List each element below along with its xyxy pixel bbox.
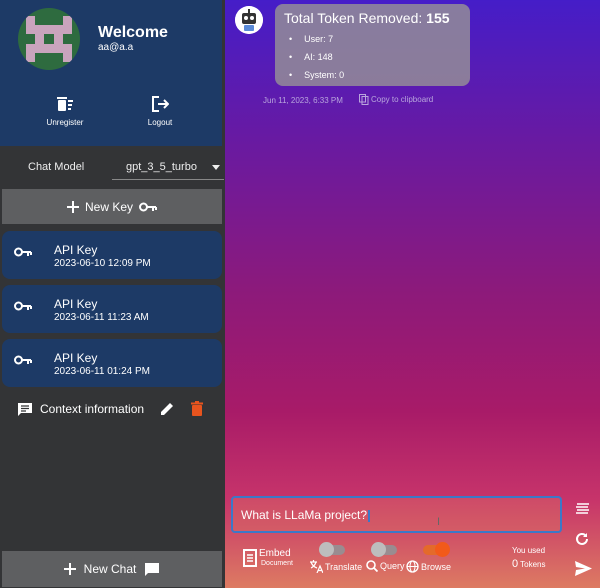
new-key-button[interactable]: New Key	[2, 189, 222, 224]
refresh-icon[interactable]	[575, 532, 589, 546]
embed-sublabel: Document	[261, 560, 293, 567]
welcome-title: Welcome	[98, 24, 168, 41]
chat-model-select[interactable]: gpt_3_5_turbo	[112, 156, 224, 180]
usage-token-count: 0	[512, 558, 519, 570]
context-information-label: Context information	[40, 402, 145, 416]
api-key-title: API Key	[54, 297, 98, 311]
translate-toggle[interactable]	[319, 542, 345, 557]
query-label: Query	[380, 561, 405, 571]
caret-down-icon	[212, 165, 220, 170]
api-key-date: 2023-06-10 12:09 PM	[54, 258, 151, 269]
chat-input[interactable]: What is LLaMa project?	[231, 496, 562, 533]
api-key-title: API Key	[54, 243, 98, 257]
chat-icon	[145, 562, 160, 576]
api-key-date: 2023-06-11 11:23 AM	[54, 312, 149, 323]
usage-label: You used	[512, 546, 546, 555]
user-email: aa@a.a	[98, 42, 134, 53]
api-key-item[interactable]: API Key 2023-06-10 12:09 PM	[2, 231, 222, 279]
message-title: Total Token Removed: 155	[284, 10, 450, 26]
query-option[interactable]: Query	[366, 560, 405, 572]
api-key-date: 2023-06-11 01:24 PM	[54, 366, 150, 377]
toggle-knob	[371, 542, 386, 557]
message-title-prefix: Total Token Removed:	[284, 10, 423, 26]
new-key-label: New Key	[84, 199, 134, 214]
copy-label: Copy to clipboard	[371, 95, 434, 104]
chat-area: Total Token Removed: 155 User: 7 AI: 148…	[225, 0, 600, 588]
edit-icon[interactable]	[160, 401, 175, 416]
copy-to-clipboard-button[interactable]: Copy to clipboard	[359, 94, 433, 105]
unregister-button[interactable]: Unregister	[35, 96, 95, 127]
toggle-knob	[435, 542, 450, 557]
key-icon	[14, 355, 32, 365]
context-information-item[interactable]: Context information	[0, 398, 222, 420]
list-item: AI: 148	[289, 52, 344, 70]
text-cursor	[368, 509, 371, 522]
menu-lines-icon[interactable]	[575, 503, 589, 515]
avatar	[18, 8, 80, 70]
profile-panel: Welcome aa@a.a Unregister Logout	[0, 0, 222, 146]
new-chat-button[interactable]: New Chat	[2, 551, 222, 587]
message-list: User: 7 AI: 148 System: 0	[289, 34, 344, 88]
key-icon	[14, 247, 32, 257]
logout-button[interactable]: Logout	[130, 96, 190, 127]
usage-unit: Tokens	[520, 560, 546, 569]
delete-sweep-icon	[57, 97, 73, 111]
robot-icon	[235, 6, 263, 34]
logout-label: Logout	[147, 118, 173, 127]
toggle-knob	[319, 542, 334, 557]
api-key-title: API Key	[54, 351, 98, 365]
key-icon	[139, 202, 158, 211]
message-bubble: Total Token Removed: 155 User: 7 AI: 148…	[275, 4, 470, 86]
plus-icon	[66, 200, 79, 213]
api-key-item[interactable]: API Key 2023-06-11 01:24 PM	[2, 339, 222, 387]
mouse-ibeam-cursor: I	[437, 516, 441, 528]
usage-count: 0 Tokens	[512, 558, 545, 570]
api-key-item[interactable]: API Key 2023-06-11 11:23 AM	[2, 285, 222, 333]
chat-model-label: Chat Model	[28, 161, 85, 173]
identicon	[26, 16, 72, 62]
message-timestamp: Jun 11, 2023, 6:33 PM	[263, 96, 343, 105]
translate-label: Translate	[325, 561, 363, 572]
delete-icon[interactable]	[191, 401, 203, 416]
unregister-label: Unregister	[46, 118, 84, 127]
browse-toggle[interactable]	[423, 542, 450, 557]
chat-input-value: What is LLaMa project?	[241, 508, 368, 522]
document-icon	[243, 549, 257, 567]
new-chat-label: New Chat	[83, 562, 137, 576]
globe-icon	[406, 560, 419, 573]
key-icon	[14, 301, 32, 311]
browse-label: Browse	[421, 561, 452, 572]
comment-icon	[18, 403, 32, 416]
search-icon	[366, 560, 378, 572]
translate-icon	[310, 560, 323, 573]
message-title-value: 155	[426, 10, 450, 26]
send-icon[interactable]	[575, 561, 592, 576]
plus-icon	[63, 563, 76, 575]
logout-icon	[152, 96, 169, 112]
chat-model-value: gpt_3_5_turbo	[126, 161, 197, 173]
copy-icon	[359, 94, 369, 105]
list-item: User: 7	[289, 34, 344, 52]
query-toggle[interactable]	[371, 542, 397, 557]
list-item: System: 0	[289, 70, 344, 88]
sidebar: Welcome aa@a.a Unregister Logout Chat Mo…	[0, 0, 225, 588]
translate-option[interactable]: Translate	[309, 560, 362, 573]
browse-option[interactable]: Browse	[406, 560, 451, 573]
embed-label: Embed	[259, 548, 291, 559]
